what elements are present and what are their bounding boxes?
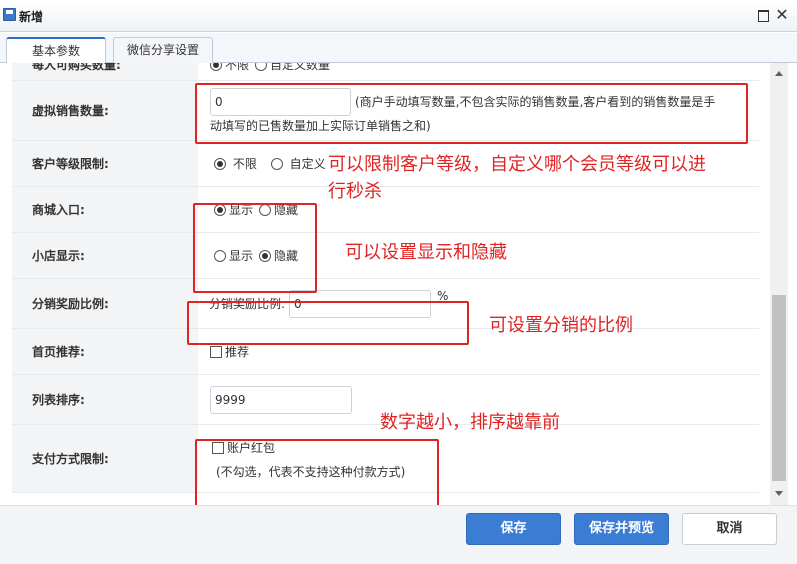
limit-buy-option-unlimited[interactable]: 不限 [210,63,249,73]
shop-display-label: 小店显示: [12,233,198,278]
row-mall-entry: 商城入口: 显示 隐藏 [12,187,759,233]
limit-buy-label: 每人可购买数量: [12,63,198,80]
save-button[interactable]: 保存 [466,513,561,545]
scroll-up-icon[interactable] [775,71,783,76]
close-icon[interactable]: ✕ [774,7,790,23]
virtual-sales-hint-line1: (商户手动填写数量,不包含实际的销售数量,客户看到的销售数量是手 [355,95,716,109]
virtual-sales-hint-line2: 动填写的已售数量加上实际订单销售之和) [210,119,431,133]
annotation-level-line2: 行秒杀 [328,181,382,202]
customer-level-label: 客户等级限制: [12,141,198,186]
payment-label: 支付方式限制: [12,425,198,492]
radio-icon [255,63,268,71]
annotation-sort: 数字越小，排序越靠前 [380,412,560,433]
form-content: 每人可购买数量: 不限 自定义数量 虚拟销售数量: (商户手动填写数量,不包含实… [0,63,797,505]
checkbox-icon [210,345,222,358]
row-payment: 支付方式限制: 账户红包 (不勾选，代表不支持这种付款方式) [12,425,759,493]
window-title: 新增 [19,10,44,24]
radio-icon [270,157,283,170]
radio-icon [210,63,222,71]
shop-display-field: 显示 隐藏 [214,233,304,278]
customer-level-field: 不限 自定义 [214,141,332,186]
mall-entry-label: 商城入口: [12,187,198,232]
sort-field [210,375,352,424]
tab-wechat-share[interactable]: 微信分享设置 [113,37,213,63]
shop-display-option-hide[interactable]: 隐藏 [259,247,298,264]
tab-basic-params[interactable]: 基本参数 [6,37,106,64]
customer-level-option-unlimited[interactable]: 不限 [214,155,257,172]
distribution-label: 分销奖励比例: [12,279,198,328]
save-preview-button[interactable]: 保存并预览 [574,513,669,545]
distribution-sub-label: 分销奖励比例: [209,297,286,311]
limit-buy-field: 不限 自定义数量 [210,63,336,80]
maximize-icon[interactable] [755,7,771,23]
row-limit-buy: 每人可购买数量: 不限 自定义数量 [12,63,759,81]
payment-note: (不勾选，代表不支持这种付款方式) [216,465,406,479]
customer-level-option-custom[interactable]: 自定义 [270,155,326,172]
tab-bar: 基本参数 微信分享设置 [0,33,797,64]
limit-buy-option-custom[interactable]: 自定义数量 [255,63,330,73]
homepage-label: 首页推荐: [12,329,198,374]
annotation-distribution: 可设置分销的比例 [489,315,633,336]
virtual-sales-input[interactable] [210,88,351,116]
row-virtual-sales: 虚拟销售数量: (商户手动填写数量,不包含实际的销售数量,客户看到的销售数量是手… [12,81,759,141]
annotation-level-line1: 可以限制客户等级，自定义哪个会员等级可以进 [328,154,706,175]
homepage-field: 推荐 [210,329,255,374]
row-distribution: 分销奖励比例: 分销奖励比例: % [12,279,759,329]
row-homepage: 首页推荐: 推荐 [12,329,759,375]
scroll-down-icon[interactable] [775,491,783,496]
cancel-button[interactable]: 取消 [682,513,777,545]
sort-label: 列表排序: [12,375,198,424]
scrollbar[interactable] [770,63,788,505]
checkbox-icon [212,441,224,454]
radio-icon [214,157,226,170]
mall-entry-option-show[interactable]: 显示 [214,201,253,218]
radio-icon [214,249,226,262]
sort-input[interactable] [210,385,352,414]
distribution-unit: % [437,289,449,303]
scrollbar-thumb[interactable] [772,295,786,481]
save-disk-icon [3,8,16,21]
virtual-sales-label: 虚拟销售数量: [12,81,198,140]
radio-icon [259,249,272,262]
dialog-footer: 保存 保存并预览 取消 [0,505,797,564]
payment-red-packet-option[interactable]: 账户红包 [212,439,275,456]
radio-icon [259,203,272,216]
annotation-display: 可以设置显示和隐藏 [345,242,507,263]
mall-entry-field: 显示 隐藏 [214,187,304,232]
mall-entry-option-hide[interactable]: 隐藏 [259,201,298,218]
radio-icon [214,203,226,216]
distribution-input[interactable] [289,289,432,318]
window-titlebar: 新增 ✕ [0,0,797,32]
shop-display-option-show[interactable]: 显示 [214,247,253,264]
homepage-recommend-option[interactable]: 推荐 [210,343,249,360]
distribution-field: 分销奖励比例: % [209,279,448,328]
